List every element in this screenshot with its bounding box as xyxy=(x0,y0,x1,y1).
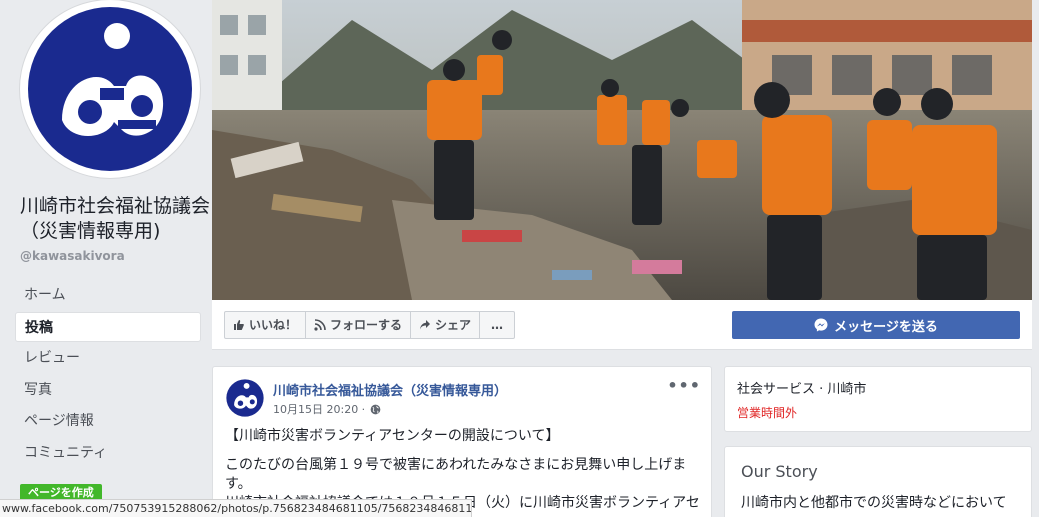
share-button[interactable]: シェア xyxy=(410,311,481,339)
send-message-button[interactable]: メッセージを送る xyxy=(732,311,1020,339)
post-text-line: このたびの台風第１９号で被害にあわれたみなさまにお見舞い申し上げま xyxy=(225,457,687,473)
post-author-name[interactable]: 川崎市社会福祉協議会（災害情報専用） xyxy=(273,380,507,399)
our-story-text: 川崎市内と他都市での災害時などにおいて xyxy=(741,495,1007,511)
organization-logo-icon xyxy=(225,378,265,418)
page-action-bar: いいね！ フォローする シェア … メッセージを送る xyxy=(212,300,1032,350)
nav-item-community[interactable]: コミュニティ xyxy=(15,438,201,468)
cover-image xyxy=(212,0,1032,300)
post-text-line: す。 xyxy=(225,476,252,492)
more-dots-icon: … xyxy=(491,318,504,332)
globe-icon[interactable] xyxy=(370,404,381,415)
more-actions-button[interactable]: … xyxy=(479,311,516,339)
page-title: 川崎市社会福祉協議会（災害情報専用) xyxy=(20,195,211,242)
nav-item-photos[interactable]: 写真 xyxy=(15,375,201,405)
nav-item-home[interactable]: ホーム xyxy=(15,280,201,310)
post-author-avatar[interactable] xyxy=(225,378,265,418)
page-handle[interactable]: @kawasakivora xyxy=(20,249,125,263)
follow-label: フォローする xyxy=(330,318,403,332)
business-hours-status: 営業時間外 xyxy=(737,406,798,420)
messenger-icon xyxy=(814,318,828,332)
page-action-buttons: いいね！ フォローする シェア … xyxy=(224,311,516,339)
rss-follow-icon xyxy=(314,319,326,331)
post-options-button[interactable]: ••• xyxy=(667,376,701,395)
page-category[interactable]: 社会サービス · 川崎市 xyxy=(737,378,866,397)
post-timestamp[interactable]: 10月15日 20:20 · xyxy=(273,401,365,417)
page-info-card: 社会サービス · 川崎市 営業時間外 xyxy=(724,366,1032,432)
post-meta: 10月15日 20:20 · xyxy=(273,401,381,417)
like-label: いいね！ xyxy=(249,318,298,332)
organization-logo-icon xyxy=(28,7,192,171)
nav-item-posts[interactable]: 投稿 xyxy=(15,311,201,342)
page-avatar[interactable] xyxy=(20,0,200,178)
follow-button[interactable]: フォローする xyxy=(305,311,412,339)
post-card: 川崎市社会福祉協議会（災害情報専用） 10月15日 20:20 · ••• 【川… xyxy=(212,366,712,517)
thumbs-up-icon xyxy=(234,320,244,330)
post-text-line: 【川崎市災害ボランティアセンターの開設について】 xyxy=(225,428,560,444)
our-story-card[interactable]: Our Story 川崎市内と他都市での災害時などにおいて xyxy=(724,446,1032,517)
like-button[interactable]: いいね！ xyxy=(224,311,307,339)
browser-status-url: www.facebook.com/750753915288062/photos/… xyxy=(0,499,472,517)
our-story-title: Our Story xyxy=(741,462,818,481)
nav-item-reviews[interactable]: レビュー xyxy=(15,343,201,373)
send-message-label: メッセージを送る xyxy=(834,319,938,335)
left-column: 川崎市社会福祉協議会（災害情報専用) @kawasakivora ホーム 投稿 … xyxy=(0,0,212,517)
share-label: シェア xyxy=(435,318,472,332)
page-nav: ホーム 投稿 レビュー 写真 ページ情報 コミュニティ xyxy=(15,280,201,469)
cover-photo[interactable] xyxy=(212,0,1032,300)
nav-item-page-info[interactable]: ページ情報 xyxy=(15,406,201,436)
share-arrow-icon xyxy=(420,320,431,330)
